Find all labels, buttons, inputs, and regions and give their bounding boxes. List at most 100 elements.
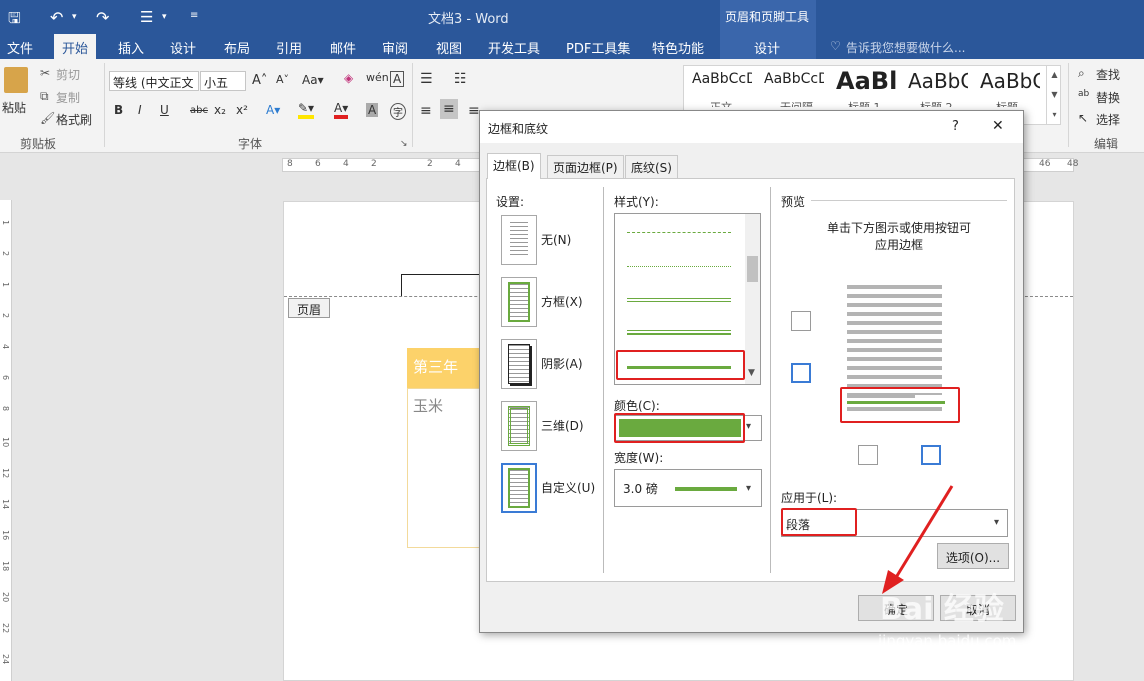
chevron-down-icon[interactable]: ▾	[746, 421, 751, 432]
chevron-down-icon[interactable]: ▾	[746, 483, 751, 494]
setting-shadow-icon[interactable]	[501, 339, 537, 389]
strike-button[interactable]: abc	[190, 105, 208, 116]
setting-custom-icon[interactable]	[501, 463, 537, 513]
setting-custom-label[interactable]: 自定义(U)	[541, 479, 595, 496]
tab-design[interactable]: 设计	[170, 38, 196, 57]
chevron-down-icon[interactable]: ▾	[994, 517, 999, 528]
tab-view[interactable]: 视图	[436, 38, 462, 57]
scroll-down-icon[interactable]: ▼	[748, 368, 755, 378]
help-button[interactable]: ?	[952, 119, 959, 134]
right-border-icon[interactable]	[921, 445, 941, 465]
find-label[interactable]: 查找	[1096, 66, 1120, 83]
tab-review[interactable]: 审阅	[382, 38, 408, 57]
vertical-ruler[interactable]: 1 2 1 2 4 6 8 10 12 14 16 18 20 22 24	[0, 200, 12, 681]
format-painter-icon[interactable]: 🖌	[40, 111, 55, 125]
phonetic-icon[interactable]: wén	[366, 71, 389, 84]
align-right-icon[interactable]: ≡	[468, 103, 480, 119]
font-size-combo[interactable]: 小五	[200, 71, 246, 91]
numbering-icon[interactable]: ☷	[454, 71, 467, 87]
select-label[interactable]: 选择	[1096, 111, 1120, 128]
tell-me-input[interactable]: 告诉我您想要做什么...	[846, 39, 965, 56]
bullets-icon[interactable]: ☰	[420, 71, 433, 87]
subscript-button[interactable]: x₂	[214, 103, 226, 117]
table-head-cell[interactable]: 第三年	[407, 348, 487, 388]
divider	[1068, 63, 1069, 147]
setting-none-icon[interactable]	[501, 215, 537, 265]
column-divider	[603, 187, 604, 573]
top-border-icon[interactable]	[791, 311, 811, 331]
tab-shading[interactable]: 底纹(S)	[625, 155, 678, 179]
setting-3d-label[interactable]: 三维(D)	[541, 417, 584, 434]
replace-label[interactable]: 替换	[1096, 89, 1120, 106]
style-option[interactable]	[627, 298, 731, 302]
text-effect-icon[interactable]: A▾	[266, 103, 280, 117]
char-border-icon[interactable]: A	[390, 71, 405, 87]
style-option[interactable]	[627, 330, 731, 335]
style-option[interactable]	[627, 266, 731, 267]
styles-scroll[interactable]: ▲ ▼ ▾	[1046, 65, 1062, 125]
tab-home[interactable]: 开始	[54, 34, 97, 59]
tab-page-border[interactable]: 页面边框(P)	[547, 155, 624, 179]
close-button[interactable]: ✕	[992, 118, 1004, 134]
tab-developer[interactable]: 开发工具	[488, 38, 540, 57]
char-shading-icon[interactable]: A	[366, 103, 379, 117]
format-painter-label[interactable]: 格式刷	[56, 111, 92, 128]
tab-borders[interactable]: 边框(B)	[487, 153, 541, 179]
setting-box-label[interactable]: 方框(X)	[541, 293, 583, 310]
grow-font-icon[interactable]: A˄	[252, 73, 267, 88]
font-dialog-launcher-icon[interactable]: ↘	[400, 139, 408, 149]
align-left-icon[interactable]: ≡	[420, 103, 432, 119]
style-option[interactable]	[627, 232, 731, 233]
copy-label[interactable]: 复制	[56, 89, 80, 106]
change-case-icon[interactable]: Aa▾	[302, 73, 324, 87]
highlight-icon[interactable]: ✎▾	[298, 101, 315, 119]
bottom-border-icon[interactable]	[791, 363, 811, 383]
cut-label[interactable]: 剪切	[56, 66, 80, 83]
tab-header-design[interactable]: 设计	[754, 38, 780, 57]
ruler-tick: 2	[371, 159, 377, 169]
cut-icon[interactable]: ✂	[40, 66, 50, 80]
italic-button[interactable]: I	[138, 103, 142, 117]
setting-box-icon[interactable]	[501, 277, 537, 327]
context-tab[interactable]: 设计	[720, 34, 816, 59]
superscript-button[interactable]: x²	[236, 103, 248, 117]
replace-icon[interactable]: ab	[1078, 89, 1089, 99]
tab-pdf-tools[interactable]: PDF工具集	[566, 38, 630, 57]
setting-none-label[interactable]: 无(N)	[541, 231, 571, 248]
tab-insert[interactable]: 插入	[118, 38, 144, 57]
enclose-char-icon[interactable]: 字	[390, 103, 406, 120]
save-icon[interactable]: 🖫	[8, 8, 21, 33]
select-icon[interactable]: ↖	[1078, 111, 1088, 125]
redo-icon[interactable]: ↷	[96, 8, 109, 27]
customize-toolbar-icon[interactable]: ≡	[190, 10, 198, 21]
table-body-cell[interactable]: 玉米	[407, 388, 487, 548]
tab-references[interactable]: 引用	[276, 38, 302, 57]
align-center-icon[interactable]: ≡	[440, 99, 458, 119]
width-combo[interactable]: 3.0 磅 ▾	[614, 469, 762, 507]
style-list-scrollbar[interactable]: ▼	[745, 214, 760, 384]
clear-format-icon[interactable]: ◈	[344, 71, 353, 85]
undo-icon[interactable]: ↶	[50, 8, 63, 27]
tab-special[interactable]: 特色功能	[652, 38, 704, 57]
paste-icon[interactable]	[4, 67, 28, 93]
tab-layout[interactable]: 布局	[224, 38, 250, 57]
left-border-icon[interactable]	[858, 445, 878, 465]
setting-3d-icon[interactable]	[501, 401, 537, 451]
undo-dropdown-icon[interactable]: ▾	[72, 12, 77, 22]
tab-file[interactable]: 文件	[7, 38, 33, 57]
setting-shadow-label[interactable]: 阴影(A)	[541, 355, 583, 372]
underline-button[interactable]: U	[160, 103, 169, 117]
list-dropdown-icon[interactable]: ▾	[162, 12, 167, 22]
paste-label[interactable]: 粘贴	[2, 99, 26, 116]
style-label: 样式(Y):	[614, 195, 659, 209]
bold-button[interactable]: B	[114, 103, 123, 117]
title-bar: 🖫 ↶ ▾ ↷ ☰ ▾ ≡ 文档3 - Word 页眉和页脚工具	[0, 0, 1144, 34]
shrink-font-icon[interactable]: A˅	[276, 73, 289, 86]
copy-icon[interactable]: ⧉	[40, 89, 49, 104]
find-icon[interactable]: ⌕	[1078, 66, 1085, 81]
font-color-icon[interactable]: A▾	[334, 101, 349, 119]
font-name-combo[interactable]: 等线 (中文正文	[109, 71, 199, 91]
list-icon[interactable]: ☰	[140, 8, 153, 26]
tab-mailings[interactable]: 邮件	[330, 38, 356, 57]
scroll-thumb[interactable]	[747, 256, 758, 282]
